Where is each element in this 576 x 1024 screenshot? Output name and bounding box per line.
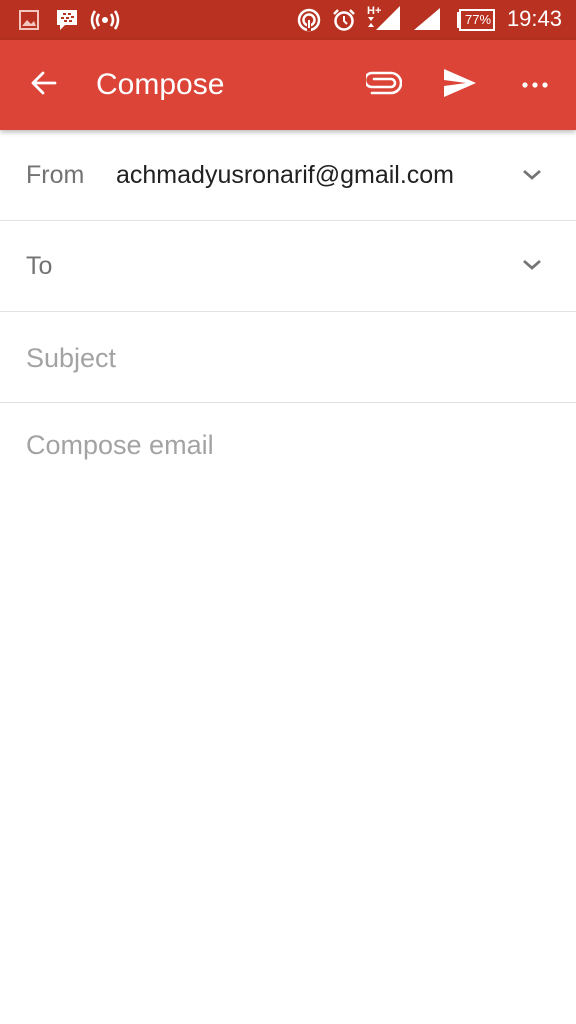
attach-button[interactable] [363,65,404,105]
chevron-down-icon[interactable] [520,253,544,277]
to-row: To [0,221,576,312]
from-row: From achmadyusronarif@gmail.com [0,130,576,221]
subject-row [0,312,576,403]
alarm-icon [332,8,356,32]
signal-icon [412,6,442,32]
app-bar: Compose [0,40,576,130]
arrow-left-icon [29,68,59,103]
gallery-icon [18,8,40,32]
battery-percent: 77% [465,12,492,27]
hotspot-icon [90,8,120,32]
more-options-button[interactable] [515,65,555,105]
to-label: To [26,252,53,280]
to-input[interactable] [76,247,496,283]
compose-body-input[interactable] [26,430,550,990]
from-label: From [26,161,85,189]
clock-time: 19:43 [506,6,562,31]
send-icon [442,67,478,104]
signal-hplus-icon: H+ [366,4,402,32]
network-type-label: H+ [367,5,381,17]
status-bar: H+ 77% 19:43 [0,0,576,40]
paperclip-icon [363,71,403,100]
bbm-icon [55,8,79,32]
chevron-down-icon[interactable] [520,163,544,187]
subject-input[interactable] [26,339,546,377]
more-horizontal-icon [521,76,549,94]
from-account-select[interactable]: achmadyusronarif@gmail.com [116,161,454,190]
battery-icon: 77% [456,8,496,32]
back-button[interactable] [24,65,64,105]
page-title: Compose [96,68,225,101]
send-button[interactable] [440,65,480,105]
nfc-icon [297,8,321,32]
